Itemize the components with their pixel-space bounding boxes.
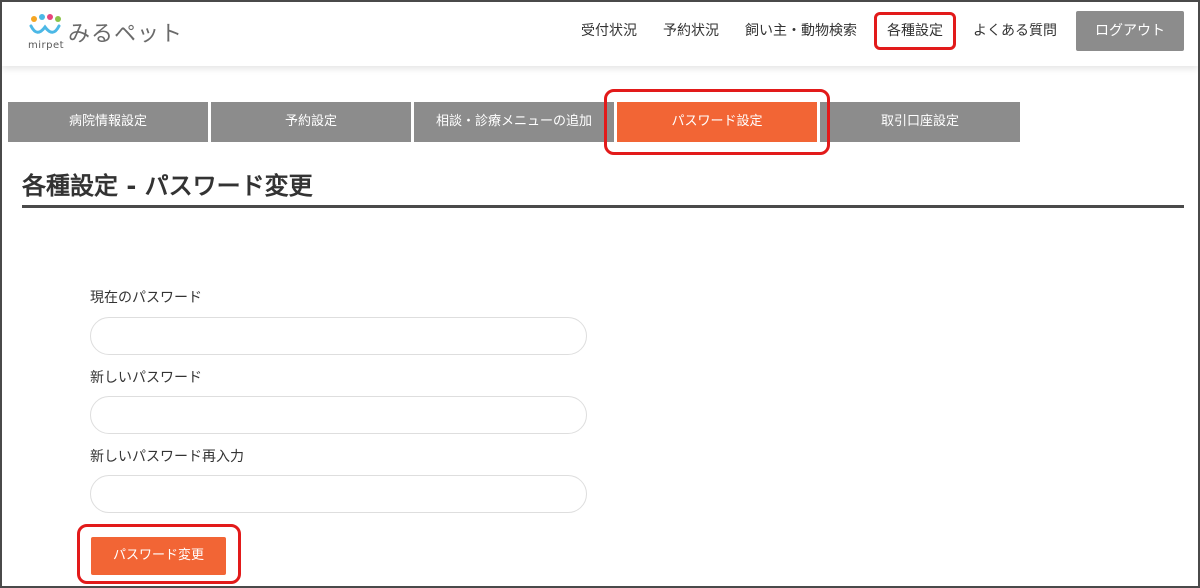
tab-reservation-settings[interactable]: 予約設定 xyxy=(211,102,411,142)
settings-tabs: 病院情報設定 予約設定 相談・診療メニューの追加 パスワード設定 取引口座設定 xyxy=(8,89,1023,155)
nav-reception-status[interactable]: 受付状況 xyxy=(568,12,650,50)
nav-reservation-status[interactable]: 予約状況 xyxy=(650,12,732,50)
paw-logo-icon xyxy=(29,14,61,34)
tab-password-wrap: パスワード設定 xyxy=(604,89,830,155)
logo-text: みるペット xyxy=(68,22,184,47)
nav-settings[interactable]: 各種設定 xyxy=(874,12,956,50)
logo-subtext: mirpet xyxy=(28,40,65,51)
tab-password-settings[interactable]: パスワード設定 xyxy=(617,102,817,142)
page-title: 各種設定 - パスワード変更 xyxy=(22,172,313,200)
new-password-label: 新しいパスワード xyxy=(90,370,202,386)
confirm-password-input[interactable] xyxy=(90,475,587,513)
tab-bank-account[interactable]: 取引口座設定 xyxy=(820,102,1020,142)
new-password-input[interactable] xyxy=(90,396,587,434)
confirm-password-label: 新しいパスワード再入力 xyxy=(90,449,244,465)
current-password-label: 現在のパスワード xyxy=(90,290,202,306)
logout-button[interactable]: ログアウト xyxy=(1076,11,1184,51)
nav-faq[interactable]: よくある質問 xyxy=(960,12,1070,50)
tab-hospital-info[interactable]: 病院情報設定 xyxy=(8,102,208,142)
change-password-button[interactable]: パスワード変更 xyxy=(91,537,226,575)
header: mirpet みるペット 受付状況 予約状況 飼い主・動物検索 各種設定 よくあ… xyxy=(2,2,1198,66)
submit-highlight-ring: パスワード変更 xyxy=(77,524,241,584)
current-password-input[interactable] xyxy=(90,317,587,355)
main-nav: 受付状況 予約状況 飼い主・動物検索 各種設定 よくある質問 ログアウト xyxy=(568,11,1184,51)
logo[interactable]: mirpet みるペット xyxy=(28,12,188,52)
tab-consultation-menu[interactable]: 相談・診療メニューの追加 xyxy=(414,102,614,142)
nav-owner-animal-search[interactable]: 飼い主・動物検索 xyxy=(732,12,870,50)
title-divider xyxy=(22,205,1184,208)
